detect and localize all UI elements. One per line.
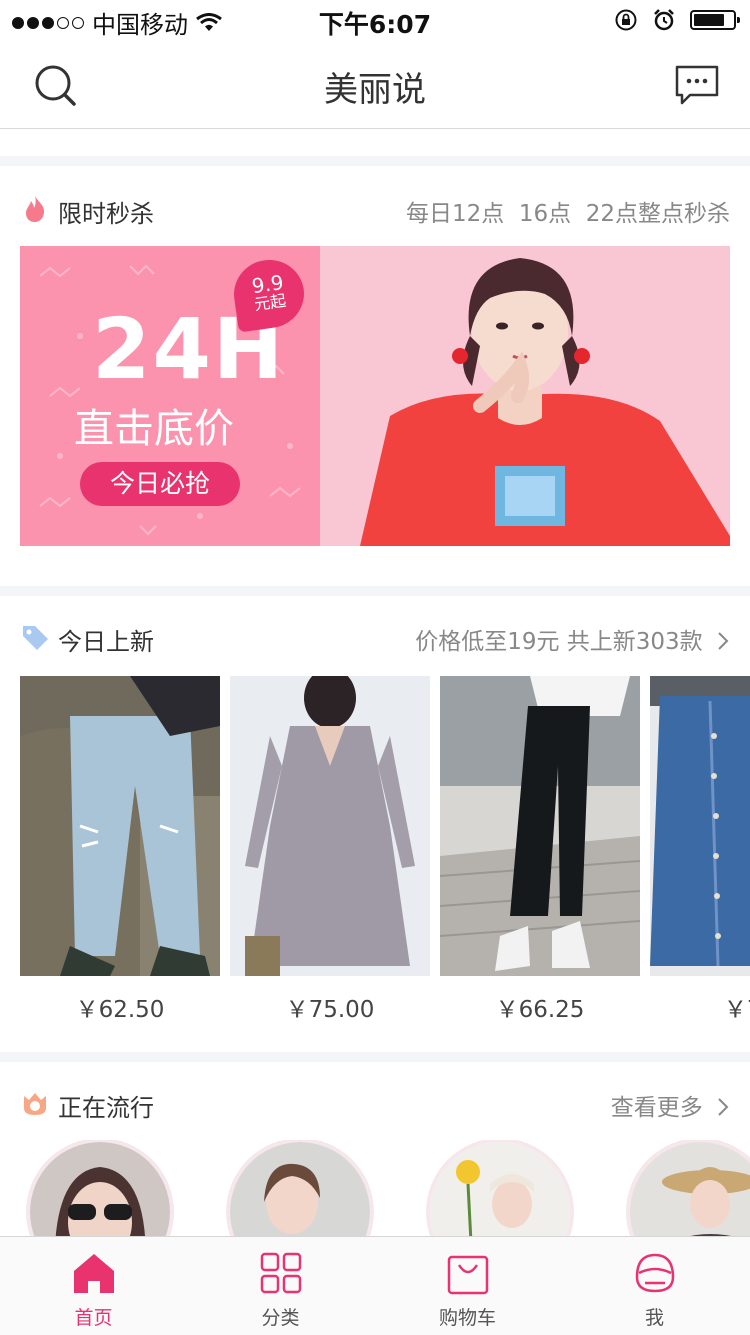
product-card[interactable]: ￥66.25	[440, 676, 640, 1024]
product-card[interactable]: ￥74	[650, 676, 750, 1024]
trending-carousel[interactable]	[0, 1140, 750, 1240]
rotation-lock-icon	[615, 9, 637, 31]
tab-label: 首页	[74, 1307, 113, 1329]
trend-avatar[interactable]	[30, 1142, 170, 1240]
section-title: 正在流行	[58, 1094, 154, 1122]
product-image	[650, 676, 750, 976]
new-product-carousel[interactable]: ￥62.50 ￥75.00 ￥66.25 ￥	[20, 676, 750, 1036]
section-divider	[0, 586, 750, 596]
flash-sale-schedule: 每日12点 16点 22点整点秒杀	[405, 201, 730, 227]
grab-today-button[interactable]: 今日必抢	[80, 462, 240, 506]
chevron-right-icon	[718, 1098, 729, 1116]
tab-label: 我	[644, 1307, 664, 1329]
trend-avatar[interactable]	[630, 1142, 750, 1240]
grid-icon	[260, 1252, 302, 1294]
trend-avatar[interactable]	[430, 1142, 570, 1240]
product-price: ￥66.25	[495, 997, 585, 1023]
home-icon	[74, 1254, 114, 1293]
profile-icon	[635, 1253, 675, 1293]
product-price: ￥62.50	[75, 997, 165, 1023]
status-right	[614, 8, 740, 32]
chat-bubble-icon[interactable]	[674, 64, 720, 106]
tab-category[interactable]: 分类	[187, 1237, 374, 1335]
product-card[interactable]: ￥75.00	[230, 676, 430, 1024]
view-more-link[interactable]: 查看更多	[611, 1088, 730, 1122]
product-image	[230, 676, 430, 976]
app-title: 美丽说	[324, 70, 426, 110]
view-more-label: 查看更多	[610, 1095, 703, 1121]
product-price: ￥75.00	[285, 997, 375, 1023]
section-divider	[0, 156, 750, 166]
new-today-summary-text: 价格低至19元 共上新303款	[415, 629, 703, 655]
flash-sale-header: 限时秒杀 每日12点 16点 22点整点秒杀	[0, 180, 750, 240]
banner-promo-panel: 24H 直击底价 今日必抢 9.9 元起	[20, 246, 320, 546]
banner-model-photo	[320, 246, 730, 546]
tab-label: 购物车	[438, 1307, 496, 1329]
chevron-right-icon	[718, 632, 729, 650]
status-bar: 中国移动 下午6:07	[0, 0, 750, 40]
product-price: ￥74	[723, 997, 750, 1023]
banner-subline: 直击底价	[74, 406, 234, 452]
tab-me[interactable]: 我	[561, 1237, 748, 1335]
section-title: 今日上新	[58, 628, 154, 656]
trend-avatar[interactable]	[230, 1142, 370, 1240]
tab-cart[interactable]: 购物车	[374, 1237, 561, 1335]
shopping-bag-icon	[447, 1255, 489, 1295]
flash-sale-banner[interactable]: 24H 直击底价 今日必抢 9.9 元起	[20, 246, 730, 546]
bottom-tab-bar: 首页 分类 购物车 我	[0, 1236, 750, 1335]
product-card[interactable]: ￥62.50	[20, 676, 220, 1024]
top-nav-bar: 美丽说	[0, 40, 750, 129]
tab-home[interactable]: 首页	[0, 1237, 187, 1335]
battery-icon	[690, 10, 740, 30]
trending-header: 正在流行 查看更多	[0, 1074, 750, 1134]
crown-icon	[24, 1093, 46, 1115]
alarm-clock-icon	[654, 9, 674, 31]
tag-icon	[23, 626, 48, 650]
new-today-summary[interactable]: 价格低至19元 共上新303款	[415, 622, 730, 656]
tab-label: 分类	[261, 1307, 300, 1329]
section-divider	[0, 1052, 750, 1062]
model-photo-illustration	[320, 246, 730, 546]
section-title: 限时秒杀	[58, 200, 154, 228]
product-image	[440, 676, 640, 976]
new-today-header[interactable]: 今日上新 价格低至19元 共上新303款	[0, 608, 750, 668]
flame-icon	[26, 196, 45, 222]
product-image	[20, 676, 220, 976]
